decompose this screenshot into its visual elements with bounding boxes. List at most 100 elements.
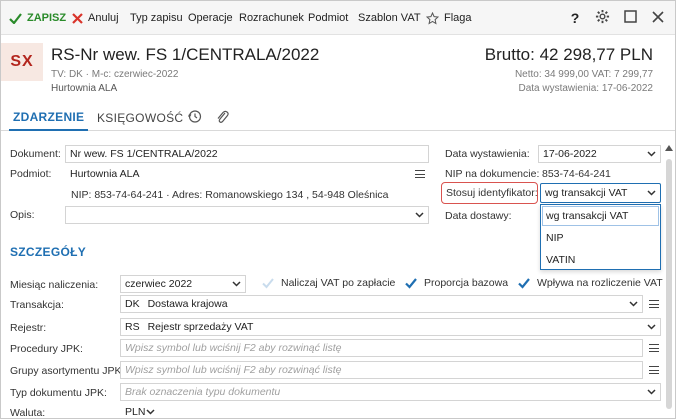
cancel-label: Anuluj: [88, 12, 119, 24]
transaction-label: Transakcja:: [10, 299, 64, 311]
vat-settlement-checkbox[interactable]: Wpływa na rozliczenie VAT: [517, 276, 663, 290]
entity-value: Hurtownia ALA: [70, 168, 140, 180]
register-value: Rejestr sprzedaży VAT: [147, 321, 254, 333]
jpk-groups-hint: Wpisz symbol lub wciśnij F2 aby rozwinąć…: [125, 364, 342, 376]
doc-type-label: Typ zapisu: [130, 12, 183, 24]
tab-bar: ZDARZENIE KSIĘGOWOŚĆ: [1, 105, 675, 131]
chevron-down-icon: [146, 406, 155, 418]
delivery-date-label: Data dostawy:: [445, 210, 512, 222]
jpk-procedures-menu-icon[interactable]: [649, 342, 659, 354]
document-number-value: Nr wew. FS 1/CENTRALA/2022: [70, 148, 218, 160]
details-section-title: SZCZEGÓŁY: [10, 245, 87, 259]
help-button[interactable]: ?: [566, 9, 584, 27]
document-meta: TV: DK · M-c: czerwiec-2022: [51, 69, 179, 80]
toolbar: ZAPISZ Anuluj Typ zapisu Operacje Rozrac…: [1, 1, 675, 35]
jpk-groups-menu-icon[interactable]: [649, 364, 659, 376]
identifier-value: wg transakcji VAT: [545, 187, 628, 199]
chevron-down-icon: [647, 321, 656, 335]
jpk-procedures-input[interactable]: Wpisz symbol lub wciśnij F2 aby rozwinąć…: [120, 339, 643, 357]
vat-on-payment-label: Naliczaj VAT po zapłacie: [281, 277, 396, 289]
issue-date-label: Data wystawienia:: [445, 148, 530, 160]
checkmark-icon: [9, 12, 22, 24]
help-icon: ?: [570, 10, 580, 26]
document-badge: SX: [1, 43, 43, 81]
jpk-groups-input[interactable]: Wpisz symbol lub wciśnij F2 aby rozwinąć…: [120, 361, 643, 379]
nip-label: NIP na dokumencie:: [445, 168, 540, 180]
star-icon: [426, 11, 439, 25]
month-label: Miesiąc naliczenia:: [10, 279, 99, 291]
vat-on-payment-checkbox[interactable]: Naliczaj VAT po zapłacie: [261, 276, 395, 290]
entity-button[interactable]: Podmiot: [308, 1, 348, 35]
settings-button[interactable]: [593, 9, 611, 27]
brutto-total: Brutto: 42 298,77 PLN: [484, 45, 653, 64]
entity-label: Podmiot:: [10, 168, 52, 180]
paperclip-icon: [215, 109, 229, 127]
jpk-procedures-label: Procedury JPK:: [10, 343, 83, 355]
issue-date-input[interactable]: 17-06-2022: [538, 145, 661, 163]
chevron-down-icon: [415, 209, 424, 223]
document-window: ZAPISZ Anuluj Typ zapisu Operacje Rozrac…: [0, 0, 676, 419]
transaction-code: DK: [125, 298, 140, 310]
register-code: RS: [125, 321, 140, 333]
vertical-scrollbar[interactable]: [664, 141, 674, 418]
currency-select[interactable]: PLN: [120, 403, 160, 418]
vat-settlement-label: Wpływa na rozliczenie VAT: [537, 277, 663, 289]
document-title: RS-Nr wew. FS 1/CENTRALA/2022: [51, 45, 320, 64]
identifier-option[interactable]: wg transakcji VAT: [541, 205, 660, 227]
chevron-down-icon: [647, 148, 656, 162]
jpk-doc-type-select[interactable]: Brak oznaczenia typu dokumentu: [120, 383, 661, 401]
save-button[interactable]: ZAPISZ: [9, 1, 66, 35]
month-select[interactable]: czerwiec 2022: [120, 275, 246, 293]
vat-template-label: Szablon VAT: [358, 12, 421, 24]
entity-menu-icon[interactable]: [415, 168, 425, 180]
document-contractor: Hurtownia ALA: [51, 83, 118, 94]
month-value: czerwiec 2022: [125, 278, 193, 290]
scrollbar-thumb[interactable]: [666, 159, 672, 409]
nip-value: 853-74-64-241: [542, 168, 611, 180]
identifier-select[interactable]: wg transakcji VAT: [540, 183, 661, 203]
proportion-label: Proporcja bazowa: [424, 277, 509, 289]
close-icon: [72, 12, 83, 24]
cancel-button[interactable]: Anuluj: [72, 1, 119, 35]
close-window-button[interactable]: [649, 9, 667, 27]
entity-details: NIP: 853-74-64-241 · Adres: Romanowskieg…: [71, 189, 389, 201]
transaction-select[interactable]: DK Dostawa krajowa: [120, 295, 643, 313]
tab-ksiegowosc[interactable]: KSIĘGOWOŚĆ: [93, 105, 187, 131]
jpk-procedures-hint: Wpisz symbol lub wciśnij F2 aby rozwinąć…: [125, 342, 342, 354]
register-select[interactable]: RS Rejestr sprzedaży VAT: [120, 318, 661, 336]
issue-date-value: 17-06-2022: [543, 148, 597, 160]
tab-history[interactable]: [187, 105, 202, 131]
transaction-menu-icon[interactable]: [649, 298, 659, 310]
checkmark-icon: [517, 276, 531, 290]
operations-label: Operacje: [188, 12, 233, 24]
vat-template-button[interactable]: Szablon VAT: [358, 1, 421, 35]
jpk-doc-type-label: Typ dokumentu JPK:: [10, 387, 107, 399]
checkmark-icon: [404, 276, 418, 290]
jpk-doc-type-hint: Brak oznaczenia typu dokumentu: [125, 386, 281, 398]
chevron-down-icon: [647, 386, 656, 400]
tab-attachments[interactable]: [215, 105, 229, 131]
identifier-dropdown: wg transakcji VAT NIP VATIN: [540, 204, 661, 270]
flag-button[interactable]: Flaga: [426, 1, 472, 35]
identifier-option[interactable]: NIP: [541, 227, 660, 249]
settlement-button[interactable]: Rozrachunek: [239, 1, 304, 35]
doc-type-button[interactable]: Typ zapisu: [130, 1, 183, 35]
maximize-icon: [623, 10, 637, 26]
identifier-option[interactable]: VATIN: [541, 249, 660, 271]
settlement-label: Rozrachunek: [239, 12, 304, 24]
currency-label: Waluta:: [10, 407, 46, 419]
tab-zdarzenie[interactable]: ZDARZENIE: [9, 105, 89, 131]
proportion-checkbox[interactable]: Proporcja bazowa: [404, 276, 508, 290]
maximize-button[interactable]: [621, 9, 639, 27]
issue-date-summary: Data wystawienia: 17-06-2022: [518, 83, 653, 94]
operations-button[interactable]: Operacje: [188, 1, 233, 35]
document-label: Dokument:: [10, 148, 61, 160]
chevron-down-icon: [647, 187, 656, 202]
description-input[interactable]: [65, 206, 429, 224]
transaction-value: Dostawa krajowa: [147, 298, 228, 310]
flag-label: Flaga: [444, 12, 472, 24]
document-number-input[interactable]: Nr wew. FS 1/CENTRALA/2022: [65, 145, 429, 163]
entity-input[interactable]: Hurtownia ALA: [65, 165, 429, 183]
unchecked-icon: [261, 276, 275, 290]
scroll-up-icon[interactable]: [665, 145, 673, 151]
